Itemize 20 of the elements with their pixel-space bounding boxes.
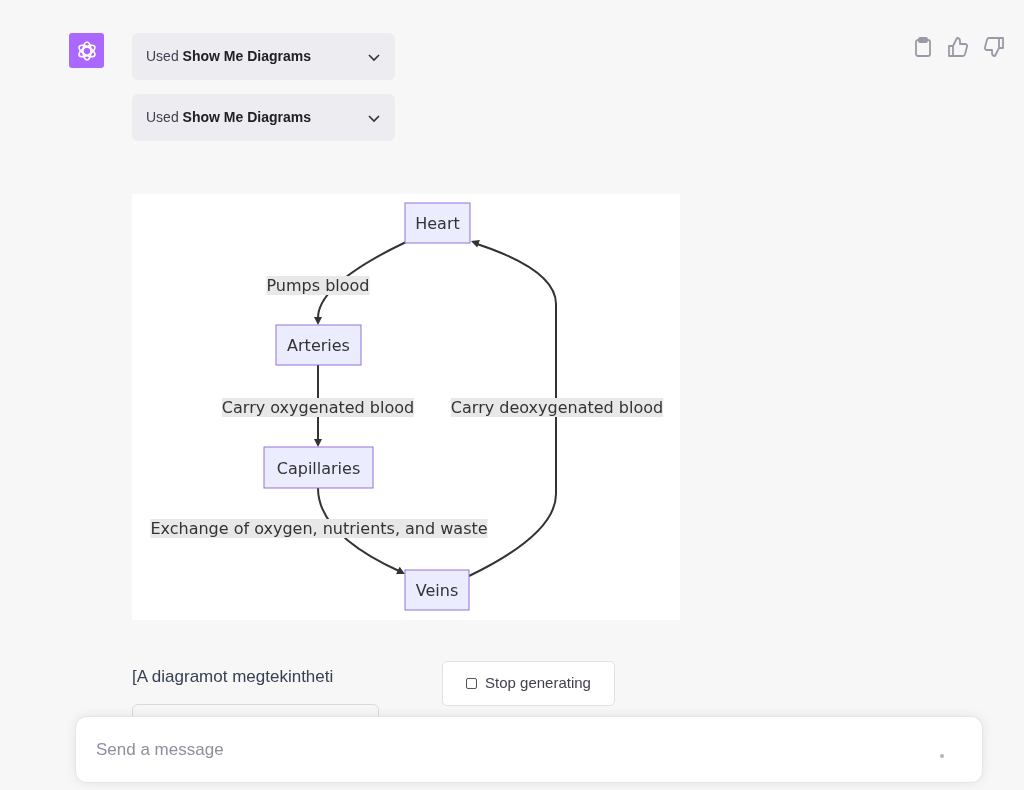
plugin-call-toggle[interactable]: Used Show Me Diagrams xyxy=(132,33,395,80)
stop-icon xyxy=(466,678,478,689)
edge-label: Exchange of oxygen, nutrients, and waste xyxy=(150,519,488,538)
thumbs-down-icon[interactable] xyxy=(984,37,1004,57)
thumbs-up-icon[interactable] xyxy=(948,37,968,57)
flowchart-node: Capillaries xyxy=(263,446,374,489)
edge-label: Carry deoxygenated blood xyxy=(450,398,664,417)
plugin-call-toggle[interactable]: Used Show Me Diagrams xyxy=(132,94,395,141)
edge-label: Pumps blood xyxy=(266,276,370,295)
message-input[interactable]: Send a message xyxy=(94,735,940,764)
stop-generating-button[interactable]: Stop generating xyxy=(442,661,615,706)
assistant-avatar-icon xyxy=(69,33,104,68)
send-icon[interactable] xyxy=(940,753,944,758)
flowchart-node: Veins xyxy=(404,569,470,611)
edge-label: Carry oxygenated blood xyxy=(221,398,415,417)
flowchart-node: Heart xyxy=(404,202,471,244)
message-field[interactable]: Send a message xyxy=(75,716,983,783)
flowchart-node: Arteries xyxy=(275,324,362,366)
clipboard-icon[interactable] xyxy=(914,37,932,57)
message-text: [A diagramot megtekintheti xyxy=(132,666,334,688)
